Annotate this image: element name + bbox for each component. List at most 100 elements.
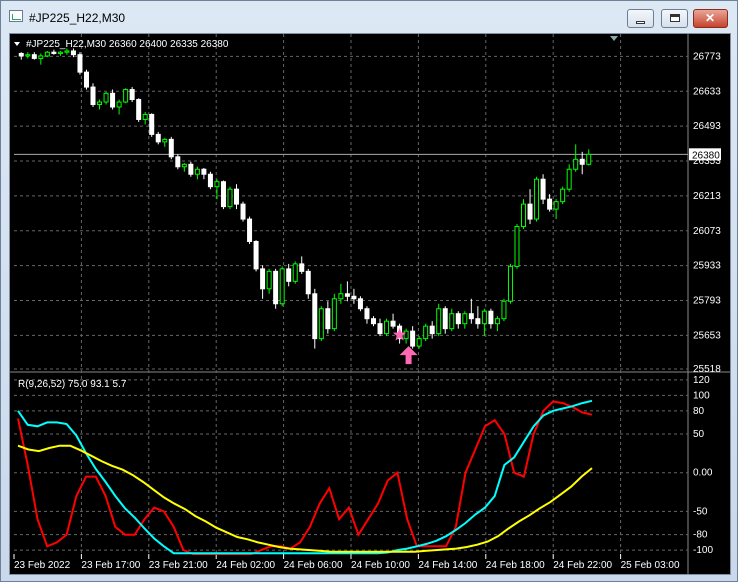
candle: [488, 310, 494, 325]
candle: [521, 203, 527, 228]
price-tick-label: 26633: [693, 86, 721, 97]
candle: [31, 54, 37, 59]
price-tick-label: 26073: [693, 226, 721, 237]
candle: [123, 89, 129, 103]
candle: [455, 313, 461, 325]
candle: [586, 153, 592, 165]
candle: [305, 270, 311, 295]
time-tick-label: 24 Feb 14:00: [418, 560, 477, 571]
candle: [97, 101, 103, 106]
candle: [266, 270, 272, 290]
main-chart-header: #JP225_H22,M30 26360 26400 26335 26380: [26, 39, 229, 50]
candle: [116, 101, 122, 108]
candle: [168, 138, 174, 158]
candle: [507, 265, 513, 302]
grid-lines: [10, 34, 730, 574]
candle: [481, 310, 487, 325]
candle: [377, 323, 383, 335]
candle: [90, 86, 96, 106]
candle: [338, 293, 344, 300]
candle: [175, 156, 181, 168]
candle: [312, 293, 318, 340]
candle: [103, 92, 109, 103]
candle: [83, 71, 89, 88]
time-tick-label: 24 Feb 06:00: [284, 560, 343, 571]
candle: [247, 218, 253, 242]
candle: [279, 268, 285, 305]
candle: [136, 99, 142, 120]
buy-arrow-icon: [399, 346, 418, 365]
candle: [553, 201, 559, 210]
candle: [403, 330, 409, 340]
price-tick-label: 25793: [693, 296, 721, 307]
maximize-button[interactable]: [661, 9, 688, 28]
candle: [18, 52, 24, 57]
candle: [370, 318, 376, 325]
price-tick-label: 25518: [693, 364, 721, 375]
indicator-tick-label: -50: [693, 506, 708, 517]
candle: [384, 320, 390, 335]
price-tick-label: 26213: [693, 191, 721, 202]
current-price-label: 26380: [692, 150, 720, 161]
time-tick-label: 24 Feb 02:00: [216, 560, 275, 571]
chart-menu-arrow-icon[interactable]: [14, 42, 20, 46]
candle: [234, 188, 240, 205]
chart-canvas[interactable]: 2677326633264932635326213260732593325793…: [10, 34, 731, 575]
time-tick-label: 24 Feb 10:00: [351, 560, 410, 571]
indicator-lines: [17, 399, 593, 555]
shift-marker-icon[interactable]: [610, 36, 618, 41]
candle: [77, 54, 83, 73]
candle: [253, 240, 259, 270]
indicator-tick-label: 80: [693, 406, 705, 417]
price-tick-label: 26773: [693, 51, 721, 62]
indicator-header: R(9,26,52) 75.0 93.1 5.7: [18, 379, 127, 390]
candle: [344, 293, 350, 297]
close-button[interactable]: [693, 9, 728, 28]
candle: [331, 298, 337, 330]
candle: [44, 51, 50, 57]
indicator-tick-label: 100: [693, 390, 710, 401]
candle: [527, 203, 533, 220]
chart-area[interactable]: 26773 26633 26493 26353 26213 26073 25933 25793…: [9, 33, 731, 575]
candle: [214, 181, 220, 188]
candle: [325, 308, 331, 330]
candle: [25, 54, 31, 57]
candle: [260, 268, 266, 290]
candle: [579, 158, 585, 165]
candle: [207, 173, 213, 188]
candles: [18, 48, 592, 349]
candle: [318, 308, 324, 340]
candle: [57, 51, 63, 54]
window-title: #JP225_H22,M30: [29, 11, 126, 25]
candle: [227, 188, 233, 208]
candle: [110, 92, 116, 108]
candle: [436, 308, 442, 335]
candle: [220, 181, 226, 208]
candle: [155, 133, 161, 143]
indicator-tick-label: 120: [693, 375, 710, 386]
chart-window: #JP225_H22,M30 2677326633264932635326213…: [0, 0, 738, 582]
candle: [410, 330, 416, 347]
candle: [475, 318, 481, 325]
candle: [442, 308, 448, 330]
candle: [560, 188, 566, 203]
indicator-tick-label: -80: [693, 530, 708, 541]
minimize-button[interactable]: [627, 9, 654, 28]
candle: [142, 113, 148, 120]
price-tick-label: 25653: [693, 330, 721, 341]
price-tick-label: 25933: [693, 261, 721, 272]
candle: [449, 313, 455, 330]
candle: [468, 313, 474, 320]
candle: [273, 270, 279, 305]
candle: [240, 203, 246, 220]
title-bar[interactable]: #JP225_H22,M30: [1, 1, 737, 33]
chart-window-icon[interactable]: [9, 10, 23, 22]
candle: [566, 168, 572, 190]
candle: [194, 168, 200, 175]
candle: [299, 263, 305, 272]
candle: [514, 226, 520, 267]
candle: [364, 308, 370, 320]
time-tick-label: 24 Feb 22:00: [553, 560, 612, 571]
time-tick-label: 23 Feb 17:00: [81, 560, 140, 571]
time-tick-label: 24 Feb 18:00: [486, 560, 545, 571]
